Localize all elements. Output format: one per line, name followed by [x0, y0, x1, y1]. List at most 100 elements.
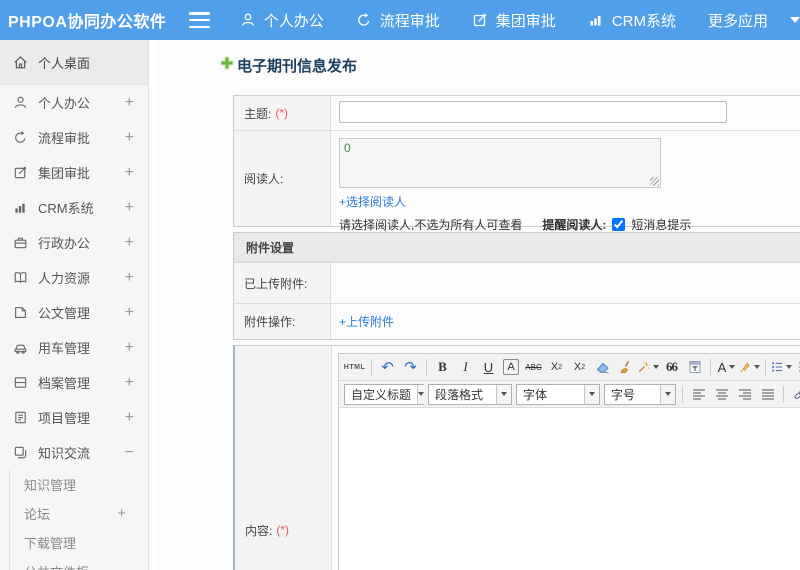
sidebar-subitem-download-management[interactable]: 下载管理	[10, 528, 148, 557]
font-family-select[interactable]: 字体	[516, 383, 600, 405]
sidebar-item-label: 公文管理	[38, 306, 91, 321]
align-justify-icon[interactable]	[757, 384, 778, 405]
car-icon	[13, 340, 28, 355]
sidebar-item-personal-desktop[interactable]: 个人桌面	[0, 40, 148, 85]
chevron-down-icon	[786, 365, 792, 369]
page-title-row: 电子期刊信息发布	[220, 55, 357, 76]
superscript-button[interactable]: X2	[546, 357, 567, 378]
expand-mark[interactable]: +	[125, 94, 134, 112]
sidebar-item-personal-office[interactable]: 个人办公 +	[0, 85, 148, 120]
expand-mark[interactable]: +	[125, 234, 134, 252]
expand-mark[interactable]: +	[125, 164, 134, 182]
sidebar-item-workflow-approval[interactable]: 流程审批 +	[0, 120, 148, 155]
clean-format-broom-icon[interactable]	[615, 357, 636, 378]
paste-text-icon[interactable]	[684, 357, 705, 378]
sidebar-item-project-management[interactable]: 项目管理 +	[0, 400, 148, 435]
app-window: PHPOA协同办公软件 个人办公 流程审批 集团审批 CRM系统 更多应用 个人…	[0, 0, 800, 570]
nav-label: 集团审批	[495, 12, 556, 30]
content-row: 内容: (*) HTML ↶ ↷ B I U A ABC X 2 X 2 66 …	[235, 346, 800, 570]
nav-label: 流程审批	[379, 12, 440, 30]
nav-more-apps[interactable]: 更多应用	[708, 10, 800, 31]
nav-crm-system[interactable]: CRM系统	[588, 10, 676, 31]
highlight-color-icon[interactable]	[739, 357, 760, 378]
subject-row: 主题: (*)	[234, 96, 800, 130]
align-left-icon[interactable]	[688, 384, 709, 405]
expand-mark[interactable]: +	[125, 269, 134, 287]
underline-button[interactable]: U	[478, 357, 499, 378]
font-color-button[interactable]: A	[716, 357, 737, 378]
expand-mark[interactable]: +	[125, 129, 134, 147]
ordered-list-icon[interactable]	[771, 357, 792, 378]
insert-link-icon[interactable]	[789, 384, 800, 405]
nav-personal-office[interactable]: 个人办公	[240, 10, 324, 31]
sidebar-item-knowledge-exchange[interactable]: 知识交流 −	[0, 435, 148, 470]
nav-group-approval[interactable]: 集团审批	[472, 10, 556, 31]
expand-mark[interactable]: +	[125, 339, 134, 357]
sidebar-item-label: CRM系统	[38, 201, 94, 216]
subject-input[interactable]	[339, 101, 727, 123]
home-icon	[13, 55, 28, 70]
expand-mark[interactable]: +	[125, 304, 134, 322]
strikethrough-button[interactable]: ABC	[523, 357, 544, 378]
uploaded-attachments-row: 已上传附件:	[234, 262, 800, 303]
publish-form: 主题: (*) 阅读人: 0 +选择阅读人 请选择阅读人,不选为所有人可查看 提…	[233, 95, 800, 570]
font-style-button[interactable]: A	[503, 359, 519, 375]
redo-icon[interactable]: ↷	[400, 357, 421, 378]
sidebar-subitem-public-file-cabinet[interactable]: 公共文件柜	[10, 557, 148, 570]
archive-box-icon	[13, 375, 28, 390]
paragraph-format-select[interactable]: 段落格式	[428, 383, 512, 405]
sidebar-item-archive-management[interactable]: 档案管理 +	[0, 365, 148, 400]
align-right-icon[interactable]	[734, 384, 755, 405]
italic-button[interactable]: I	[455, 357, 476, 378]
sidebar-item-vehicle-management[interactable]: 用车管理 +	[0, 330, 148, 365]
required-mark: (*)	[276, 523, 290, 537]
nav-workflow-approval[interactable]: 流程审批	[356, 10, 440, 31]
sidebar-item-group-approval[interactable]: 集团审批 +	[0, 155, 148, 190]
sidebar-subitem-knowledge-management[interactable]: 知识管理	[10, 470, 148, 499]
sidebar-item-admin-office[interactable]: 行政办公 +	[0, 225, 148, 260]
chevron-down-icon	[418, 392, 425, 396]
sms-notify-label: 短消息提示	[631, 218, 692, 232]
green-plus-icon	[220, 56, 234, 75]
sidebar-item-label: 公共文件柜	[24, 562, 89, 570]
upload-attachment-link[interactable]: +上传附件	[339, 313, 394, 330]
expand-mark[interactable]: +	[125, 199, 134, 217]
sidebar-item-label: 集团审批	[38, 166, 91, 181]
eraser-icon[interactable]	[592, 357, 613, 378]
expand-mark[interactable]: +	[117, 505, 126, 522]
editor-content-area[interactable]	[339, 408, 800, 570]
select-readers-link[interactable]: +选择阅读人	[339, 195, 406, 209]
editor-toolbar-row2: 自定义标题 段落格式 字体 字号	[339, 381, 800, 408]
chevron-down-icon	[501, 392, 507, 396]
readers-label: 阅读人:	[234, 131, 331, 226]
sidebar-subitem-forum[interactable]: 论坛 +	[10, 499, 148, 528]
html-source-button[interactable]: HTML	[343, 357, 366, 378]
sidebar-item-crm-system[interactable]: CRM系统 +	[0, 190, 148, 225]
expand-mark[interactable]: +	[125, 374, 134, 392]
top-navigation: 个人办公 流程审批 集团审批 CRM系统 更多应用	[240, 10, 800, 31]
readers-cell: 0 +选择阅读人 请选择阅读人,不选为所有人可查看 提醒阅读人: 短消息提示	[331, 131, 800, 232]
subscript-button[interactable]: X2	[569, 357, 590, 378]
menu-icon[interactable]	[188, 12, 210, 28]
sidebar-item-label: 论坛	[24, 507, 51, 522]
sidebar-item-label: 个人桌面	[38, 55, 91, 71]
bold-button[interactable]: B	[432, 357, 453, 378]
form-table-content: 内容: (*) HTML ↶ ↷ B I U A ABC X 2 X 2 66 …	[233, 345, 800, 570]
font-size-select[interactable]: 字号	[604, 383, 676, 405]
expand-mark[interactable]: +	[125, 409, 134, 427]
undo-icon[interactable]: ↶	[377, 357, 398, 378]
custom-title-select[interactable]: 自定义标题	[344, 383, 425, 405]
align-center-icon[interactable]	[711, 384, 732, 405]
sms-notify-checkbox[interactable]	[612, 218, 626, 231]
readers-textarea[interactable]: 0	[339, 138, 661, 188]
blockquote-button[interactable]: 66	[661, 357, 682, 378]
copy-pages-icon	[13, 445, 28, 460]
sidebar-scroll-strip	[150, 40, 157, 570]
collapse-mark[interactable]: −	[125, 444, 134, 462]
sidebar-item-human-resources[interactable]: 人力资源 +	[0, 260, 148, 295]
autotypeset-wand-icon[interactable]	[638, 357, 659, 378]
unordered-list-icon[interactable]	[794, 357, 800, 378]
sidebar-item-document-management[interactable]: 公文管理 +	[0, 295, 148, 330]
sidebar-item-label: 用车管理	[38, 341, 91, 356]
subject-label: 主题: (*)	[234, 96, 331, 130]
